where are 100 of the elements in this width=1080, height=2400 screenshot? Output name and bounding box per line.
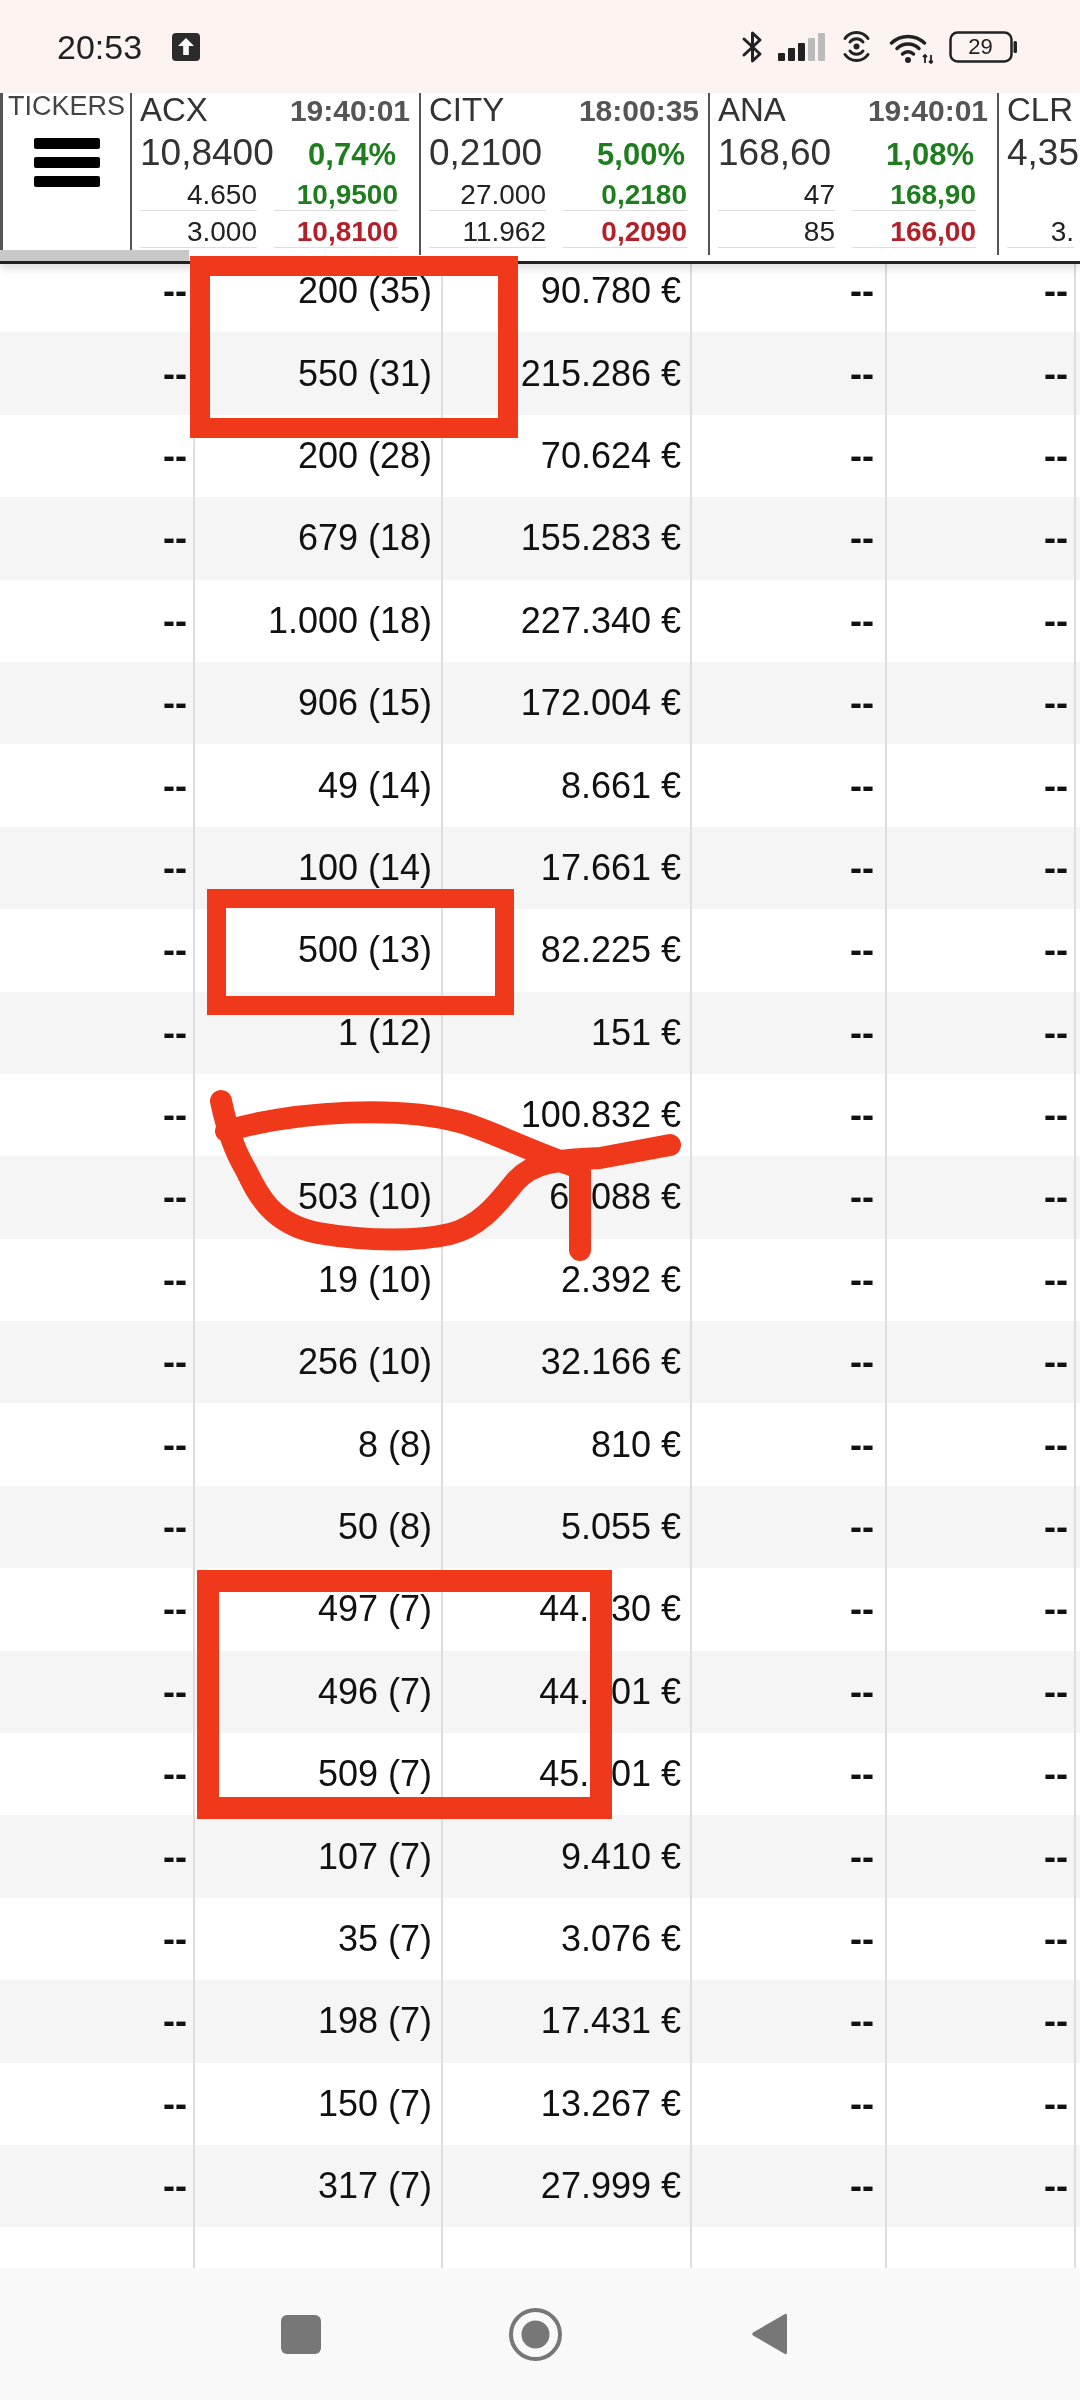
cell-value: 8.661 € xyxy=(560,764,681,807)
cell-value: -- xyxy=(1044,1588,1068,1631)
cell-value: -- xyxy=(1044,1011,1068,1054)
cell-value: -- xyxy=(850,1670,874,1713)
cell-value: -- xyxy=(1044,846,1068,889)
cell-value: -- xyxy=(163,1011,187,1054)
cell-value: 44. xyxy=(539,1670,590,1713)
cell-value: -- xyxy=(1044,1918,1068,1960)
cell-value: 17.661 € xyxy=(540,846,681,889)
cell-value: -- xyxy=(163,1423,187,1466)
cell-value: -- xyxy=(163,2082,187,2125)
cell-value: 1.000 (18) xyxy=(267,599,432,642)
menu-icon[interactable] xyxy=(33,138,100,187)
cell-value: -- xyxy=(163,1094,187,1137)
cell-value: 30 € xyxy=(610,1588,681,1631)
cell-value: -- xyxy=(850,434,874,477)
cell-value: 550 (31) xyxy=(297,352,432,395)
change-percent: 0,74% xyxy=(308,136,396,174)
cell-value: -- xyxy=(850,1753,874,1796)
cell-value: 256 (10) xyxy=(297,1341,432,1384)
cell-value: -- xyxy=(163,846,187,889)
cell-value: -- xyxy=(163,1258,187,1301)
cell-value: -- xyxy=(163,1506,187,1549)
change-percent: 1,08% xyxy=(886,136,974,174)
cell-value: 49 (14) xyxy=(317,764,432,807)
cell-value: -- xyxy=(1044,1753,1068,1796)
cell-value: 227.340 € xyxy=(520,599,681,642)
cell-value: -- xyxy=(163,2165,187,2208)
cell-value: 32.166 € xyxy=(540,1341,681,1384)
cell-value: -- xyxy=(1044,682,1068,725)
cell-value: -- xyxy=(850,1011,874,1054)
cell-value: -- xyxy=(163,682,187,725)
cell-value: 13.267 € xyxy=(540,2082,681,2125)
cell-value: -- xyxy=(850,517,874,560)
ticker-symbol: ACX xyxy=(140,93,208,126)
cell-value: 150 (7) xyxy=(317,2082,432,2125)
cell-value: 172.004 € xyxy=(520,682,681,725)
cell-value: -- xyxy=(1044,2082,1068,2125)
cell-value: -- xyxy=(850,2165,874,2208)
cell-value: -- xyxy=(163,764,187,807)
cell-value: -- xyxy=(163,270,187,313)
cell-value: -- xyxy=(850,270,874,313)
cell-value: -- xyxy=(850,1258,874,1301)
cell-value: -- xyxy=(163,599,187,642)
battery-icon xyxy=(949,30,1018,63)
battery-percentage: 29 xyxy=(968,35,993,58)
quantity-value: 3.000 xyxy=(140,217,257,248)
cell-value: 5.055 € xyxy=(560,1506,681,1549)
cell-value: 44. xyxy=(539,1588,590,1631)
price-value: 0,2090 xyxy=(563,217,687,248)
cell-value: -- xyxy=(163,434,187,477)
quote-time: 19:40:01 xyxy=(867,94,988,127)
cell-value: 151 € xyxy=(590,1011,681,1054)
cell-value: -- xyxy=(850,2000,874,2043)
cell-value: -- xyxy=(850,1588,874,1631)
cell-value: 497 (7) xyxy=(317,1588,432,1631)
quantity-value: 47 xyxy=(718,180,835,211)
cell-value: 6 xyxy=(549,1176,570,1219)
cell-value: -- xyxy=(1044,929,1068,972)
cell-value: -- xyxy=(1044,517,1068,560)
cell-value: -- xyxy=(850,1918,874,1960)
cell-value: 503 (10) xyxy=(297,1176,432,1219)
ticker-symbol: ANA xyxy=(718,93,786,126)
cell-value: -- xyxy=(163,1176,187,1219)
change-percent: 5,00% xyxy=(597,136,685,174)
cell-value: 01 € xyxy=(610,1670,681,1713)
cell-value: 1 (12) xyxy=(337,1011,432,1054)
cell-value: 90.780 € xyxy=(540,270,681,313)
cell-value: -- xyxy=(1044,2000,1068,2043)
cell-value: -- xyxy=(163,1918,187,1960)
home-icon[interactable] xyxy=(509,2307,562,2361)
square-icon[interactable] xyxy=(281,2314,321,2354)
price-value: 0,2180 xyxy=(563,180,687,211)
price-value: 10,9500 xyxy=(274,180,398,211)
cell-value: 496 (7) xyxy=(317,1670,432,1713)
cell-value: 679 (18) xyxy=(297,517,432,560)
cell-value: -- xyxy=(163,517,187,560)
cell-value: -- xyxy=(163,1341,187,1384)
cell-value: -- xyxy=(850,1094,874,1137)
cell-value: 200 (28) xyxy=(297,434,432,477)
cell-value: 9.410 € xyxy=(560,1835,681,1878)
cell-value: -- xyxy=(850,1506,874,1549)
last-price: 168,60 xyxy=(718,131,832,175)
cell-value: 27.999 € xyxy=(540,2165,681,2208)
ticker-symbol: CLR xyxy=(1007,93,1074,126)
cell-value: -- xyxy=(163,1588,187,1631)
cell-value: 70.624 € xyxy=(540,434,681,477)
cell-value: -- xyxy=(163,929,187,972)
quote-time: 18:00:35 xyxy=(578,94,699,127)
cell-value: 509 (7) xyxy=(317,1753,432,1796)
cell-value: 100 (14) xyxy=(297,846,432,889)
cell-value: 17.431 € xyxy=(540,2000,681,2043)
cell-value: -- xyxy=(163,1670,187,1713)
cell-value: -- xyxy=(1044,1506,1068,1549)
cell-value: -- xyxy=(1044,1670,1068,1713)
back-icon[interactable] xyxy=(750,2311,788,2357)
cell-value: -- xyxy=(1044,1341,1068,1384)
cell-value: -- xyxy=(850,1176,874,1219)
price-value: 10,8100 xyxy=(274,217,398,248)
price-value: 166,00 xyxy=(852,217,976,248)
